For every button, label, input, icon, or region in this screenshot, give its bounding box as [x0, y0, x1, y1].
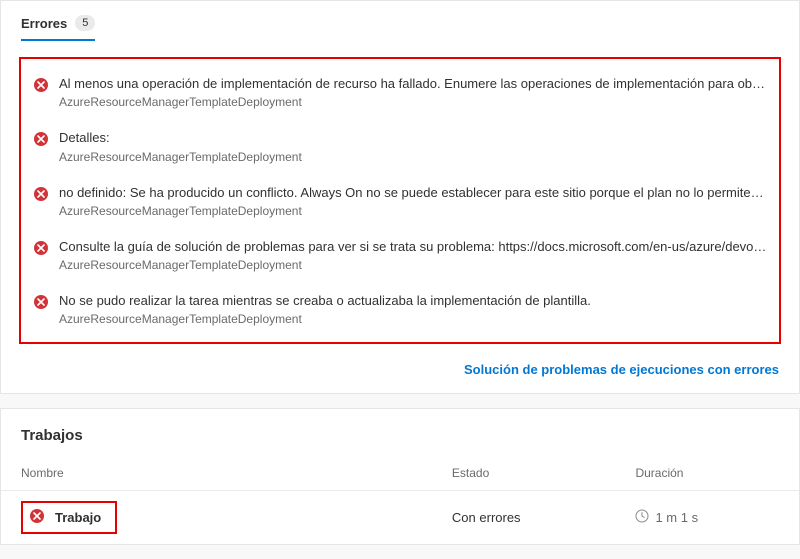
error-row[interactable]: Consulte la guía de solución de problema…: [29, 232, 771, 282]
error-message: Consulte la guía de solución de problema…: [59, 238, 767, 256]
error-source: AzureResourceManagerTemplateDeployment: [59, 150, 767, 164]
error-row[interactable]: No se pudo realizar la tarea mientras se…: [29, 286, 771, 336]
troubleshoot-link-row: Solución de problemas de ejecuciones con…: [1, 354, 799, 393]
error-icon: [33, 240, 49, 259]
error-source: AzureResourceManagerTemplateDeployment: [59, 312, 767, 326]
error-row[interactable]: Detalles: AzureResourceManagerTemplateDe…: [29, 123, 771, 173]
jobs-table: Nombre Estado Duración Trabajo Con error…: [1, 460, 799, 544]
error-source: AzureResourceManagerTemplateDeployment: [59, 204, 767, 218]
error-message: no definido: Se ha producido un conflict…: [59, 184, 767, 202]
error-icon: [33, 77, 49, 96]
error-message: Detalles:: [59, 129, 767, 147]
tab-errors[interactable]: Errores 5: [21, 11, 95, 41]
job-name: Trabajo: [55, 510, 101, 525]
table-row[interactable]: Trabajo Con errores 1 m 1 s: [1, 491, 799, 545]
error-icon: [33, 131, 49, 150]
job-duration-cell: 1 m 1 s: [635, 509, 698, 526]
error-message: Al menos una operación de implementación…: [59, 75, 767, 93]
error-icon: [29, 508, 45, 527]
error-source: AzureResourceManagerTemplateDeployment: [59, 95, 767, 109]
jobs-panel: Trabajos Nombre Estado Duración Trabajo …: [0, 408, 800, 545]
error-text: Al menos una operación de implementación…: [59, 75, 767, 109]
error-text: Consulte la guía de solución de problema…: [59, 238, 767, 272]
job-duration: 1 m 1 s: [655, 510, 698, 525]
error-message: No se pudo realizar la tarea mientras se…: [59, 292, 767, 310]
error-row[interactable]: Al menos una operación de implementación…: [29, 69, 771, 119]
error-source: AzureResourceManagerTemplateDeployment: [59, 258, 767, 272]
error-row[interactable]: no definido: Se ha producido un conflict…: [29, 178, 771, 228]
col-header-name[interactable]: Nombre: [1, 460, 432, 491]
error-text: no definido: Se ha producido un conflict…: [59, 184, 767, 218]
troubleshoot-link[interactable]: Solución de problemas de ejecuciones con…: [464, 362, 779, 377]
error-icon: [33, 294, 49, 313]
col-header-state[interactable]: Estado: [432, 460, 616, 491]
error-icon: [33, 186, 49, 205]
errors-panel: Errores 5 Al menos una operación de impl…: [0, 0, 800, 394]
clock-icon: [635, 509, 649, 526]
job-name-highlight: Trabajo: [21, 501, 117, 534]
col-header-duration[interactable]: Duración: [615, 460, 799, 491]
errors-list-highlight: Al menos una operación de implementación…: [19, 57, 781, 344]
error-text: Detalles: AzureResourceManagerTemplateDe…: [59, 129, 767, 163]
job-state: Con errores: [432, 491, 616, 545]
tab-label: Errores: [21, 16, 67, 31]
jobs-heading: Trabajos: [1, 409, 799, 460]
error-text: No se pudo realizar la tarea mientras se…: [59, 292, 767, 326]
errors-count-badge: 5: [75, 15, 95, 31]
tab-bar: Errores 5: [1, 1, 799, 41]
